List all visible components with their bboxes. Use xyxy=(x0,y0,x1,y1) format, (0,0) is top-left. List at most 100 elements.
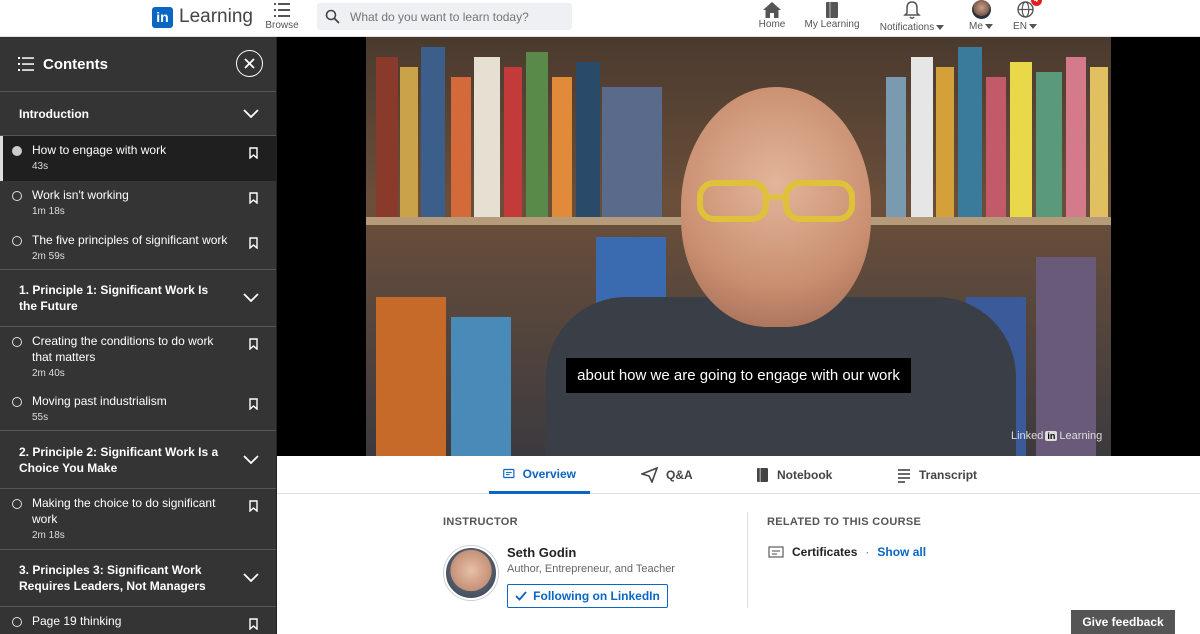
tab-label: Overview xyxy=(522,466,576,481)
tab-transcript[interactable]: Transcript xyxy=(883,456,991,494)
progress-dot-icon xyxy=(12,499,22,509)
give-feedback-button[interactable]: Give feedback xyxy=(1071,610,1175,634)
chevron-down-icon xyxy=(243,454,259,464)
nav-me[interactable]: Me xyxy=(965,0,997,32)
section-header[interactable]: 3. Principles 3: Significant Work Requir… xyxy=(0,550,276,607)
bookmark-icon[interactable] xyxy=(249,398,258,410)
browse-icon xyxy=(274,3,290,17)
related-row: Certificates · Show all xyxy=(768,545,926,559)
lesson-duration: 1m 18s xyxy=(32,206,65,217)
nav-home[interactable]: Home xyxy=(757,0,787,30)
close-sidebar-button[interactable] xyxy=(236,50,263,77)
tab-qa[interactable]: Q&A xyxy=(627,456,707,494)
section-title: Introduction xyxy=(19,106,89,121)
home-icon xyxy=(763,2,781,18)
chevron-down-icon xyxy=(936,24,945,30)
glasses-shape xyxy=(697,180,855,222)
section-title: 3. Principles 3: Significant Work Requir… xyxy=(19,563,206,593)
instructor-title: Author, Entrepreneur, and Teacher xyxy=(507,563,675,575)
list-icon xyxy=(18,57,34,71)
instructor-label: INSTRUCTOR xyxy=(443,516,518,528)
video-caption: about how we are going to engage with ou… xyxy=(566,358,911,393)
browse-menu[interactable]: Browse xyxy=(264,0,300,31)
instructor-name[interactable]: Seth Godin xyxy=(507,545,576,560)
lesson-item[interactable]: Moving past industrialism 55s xyxy=(0,387,276,431)
following-button[interactable]: Following on LinkedIn xyxy=(507,584,668,608)
section-title: 2. Principle 2: Significant Work Is a Ch… xyxy=(19,444,219,475)
section-title: 1. Principle 1: Significant Work Is the … xyxy=(19,283,209,313)
sidebar-header: Contents xyxy=(0,37,276,92)
tab-notebook[interactable]: Notebook xyxy=(742,456,846,494)
language-label: EN xyxy=(1013,21,1027,32)
lesson-title: Work isn't working xyxy=(32,188,129,202)
lesson-title: Creating the conditions to do work that … xyxy=(32,334,214,364)
linkedin-learning-logo[interactable]: in Learning xyxy=(152,6,253,28)
me-label: Me xyxy=(969,21,983,32)
transcript-icon xyxy=(898,468,910,483)
progress-dot-icon xyxy=(12,337,22,347)
bookmark-icon[interactable] xyxy=(249,338,258,350)
chevron-down-icon xyxy=(243,108,259,118)
progress-dot-icon xyxy=(12,236,22,246)
video-frame xyxy=(366,37,1111,456)
bell-icon xyxy=(903,1,921,19)
send-icon xyxy=(641,467,658,483)
video-player[interactable] xyxy=(277,37,1200,456)
search-icon xyxy=(325,9,340,24)
lesson-title: Moving past industrialism xyxy=(32,394,167,408)
lesson-item[interactable]: How to engage with work 43s xyxy=(0,136,276,181)
lesson-item[interactable]: Creating the conditions to do work that … xyxy=(0,327,276,387)
tab-label: Transcript xyxy=(919,468,978,482)
overview-panel: INSTRUCTOR Seth Godin Author, Entreprene… xyxy=(277,495,1200,634)
certificates-link[interactable]: Certificates xyxy=(792,545,857,559)
content-tabs: Overview Q&A Notebook Transcript xyxy=(277,456,1200,494)
follow-label: Following on LinkedIn xyxy=(533,589,660,603)
certificate-icon xyxy=(768,546,784,558)
nav-my-learning[interactable]: My Learning xyxy=(802,0,862,30)
separator-dot: · xyxy=(865,545,870,559)
logo-text: Learning xyxy=(179,6,253,27)
bookmark-icon[interactable] xyxy=(249,147,258,159)
search-input[interactable] xyxy=(350,9,550,24)
book-icon xyxy=(826,2,838,18)
home-label: Home xyxy=(758,19,786,30)
nav-notifications[interactable]: Notifications xyxy=(876,0,948,33)
bookmark-icon[interactable] xyxy=(249,618,258,630)
lesson-item[interactable]: The five principles of significant work … xyxy=(0,226,276,270)
instructor-avatar[interactable] xyxy=(444,546,498,600)
contents-sidebar: Contents Introduction How to engage with… xyxy=(0,37,277,634)
lesson-duration: 2m 59s xyxy=(32,251,65,262)
progress-dot-icon xyxy=(12,146,22,156)
lesson-duration: 55s xyxy=(32,412,49,423)
lesson-item[interactable]: Work isn't working 1m 18s xyxy=(0,181,276,226)
bookmark-icon[interactable] xyxy=(249,237,258,249)
video-watermark: Linked in Learning xyxy=(1011,430,1102,442)
avatar xyxy=(971,0,991,19)
progress-dot-icon xyxy=(12,191,22,201)
tab-label: Q&A xyxy=(666,468,693,482)
lesson-title: How to engage with work xyxy=(32,143,167,157)
browse-label: Browse xyxy=(265,20,299,31)
watermark-text: Linked xyxy=(1011,430,1044,442)
bookmark-icon[interactable] xyxy=(249,500,258,512)
sidebar-title: Contents xyxy=(43,55,108,73)
tab-label: Notebook xyxy=(777,468,833,482)
overview-icon xyxy=(503,468,515,479)
lesson-title: Page 19 thinking xyxy=(32,614,122,628)
watermark-logo: in xyxy=(1045,431,1058,441)
search-box[interactable] xyxy=(317,3,572,30)
lesson-item[interactable]: Page 19 thinking xyxy=(0,607,276,634)
section-header[interactable]: Introduction xyxy=(0,92,276,136)
section-header[interactable]: 2. Principle 2: Significant Work Is a Ch… xyxy=(0,431,276,489)
progress-dot-icon xyxy=(12,397,22,407)
section-header[interactable]: 1. Principle 1: Significant Work Is the … xyxy=(0,270,276,327)
close-icon xyxy=(244,58,255,69)
bookmark-icon[interactable] xyxy=(249,192,258,204)
lesson-item[interactable]: Making the choice to do significant work… xyxy=(0,489,276,550)
tab-overview[interactable]: Overview xyxy=(489,456,590,494)
lesson-duration: 2m 18s xyxy=(32,530,65,541)
notifications-label: Notifications xyxy=(879,22,935,33)
show-all-link[interactable]: Show all xyxy=(877,545,926,559)
nav-language[interactable]: 4 EN xyxy=(1010,0,1042,32)
lesson-title: The five principles of significant work xyxy=(32,233,228,247)
